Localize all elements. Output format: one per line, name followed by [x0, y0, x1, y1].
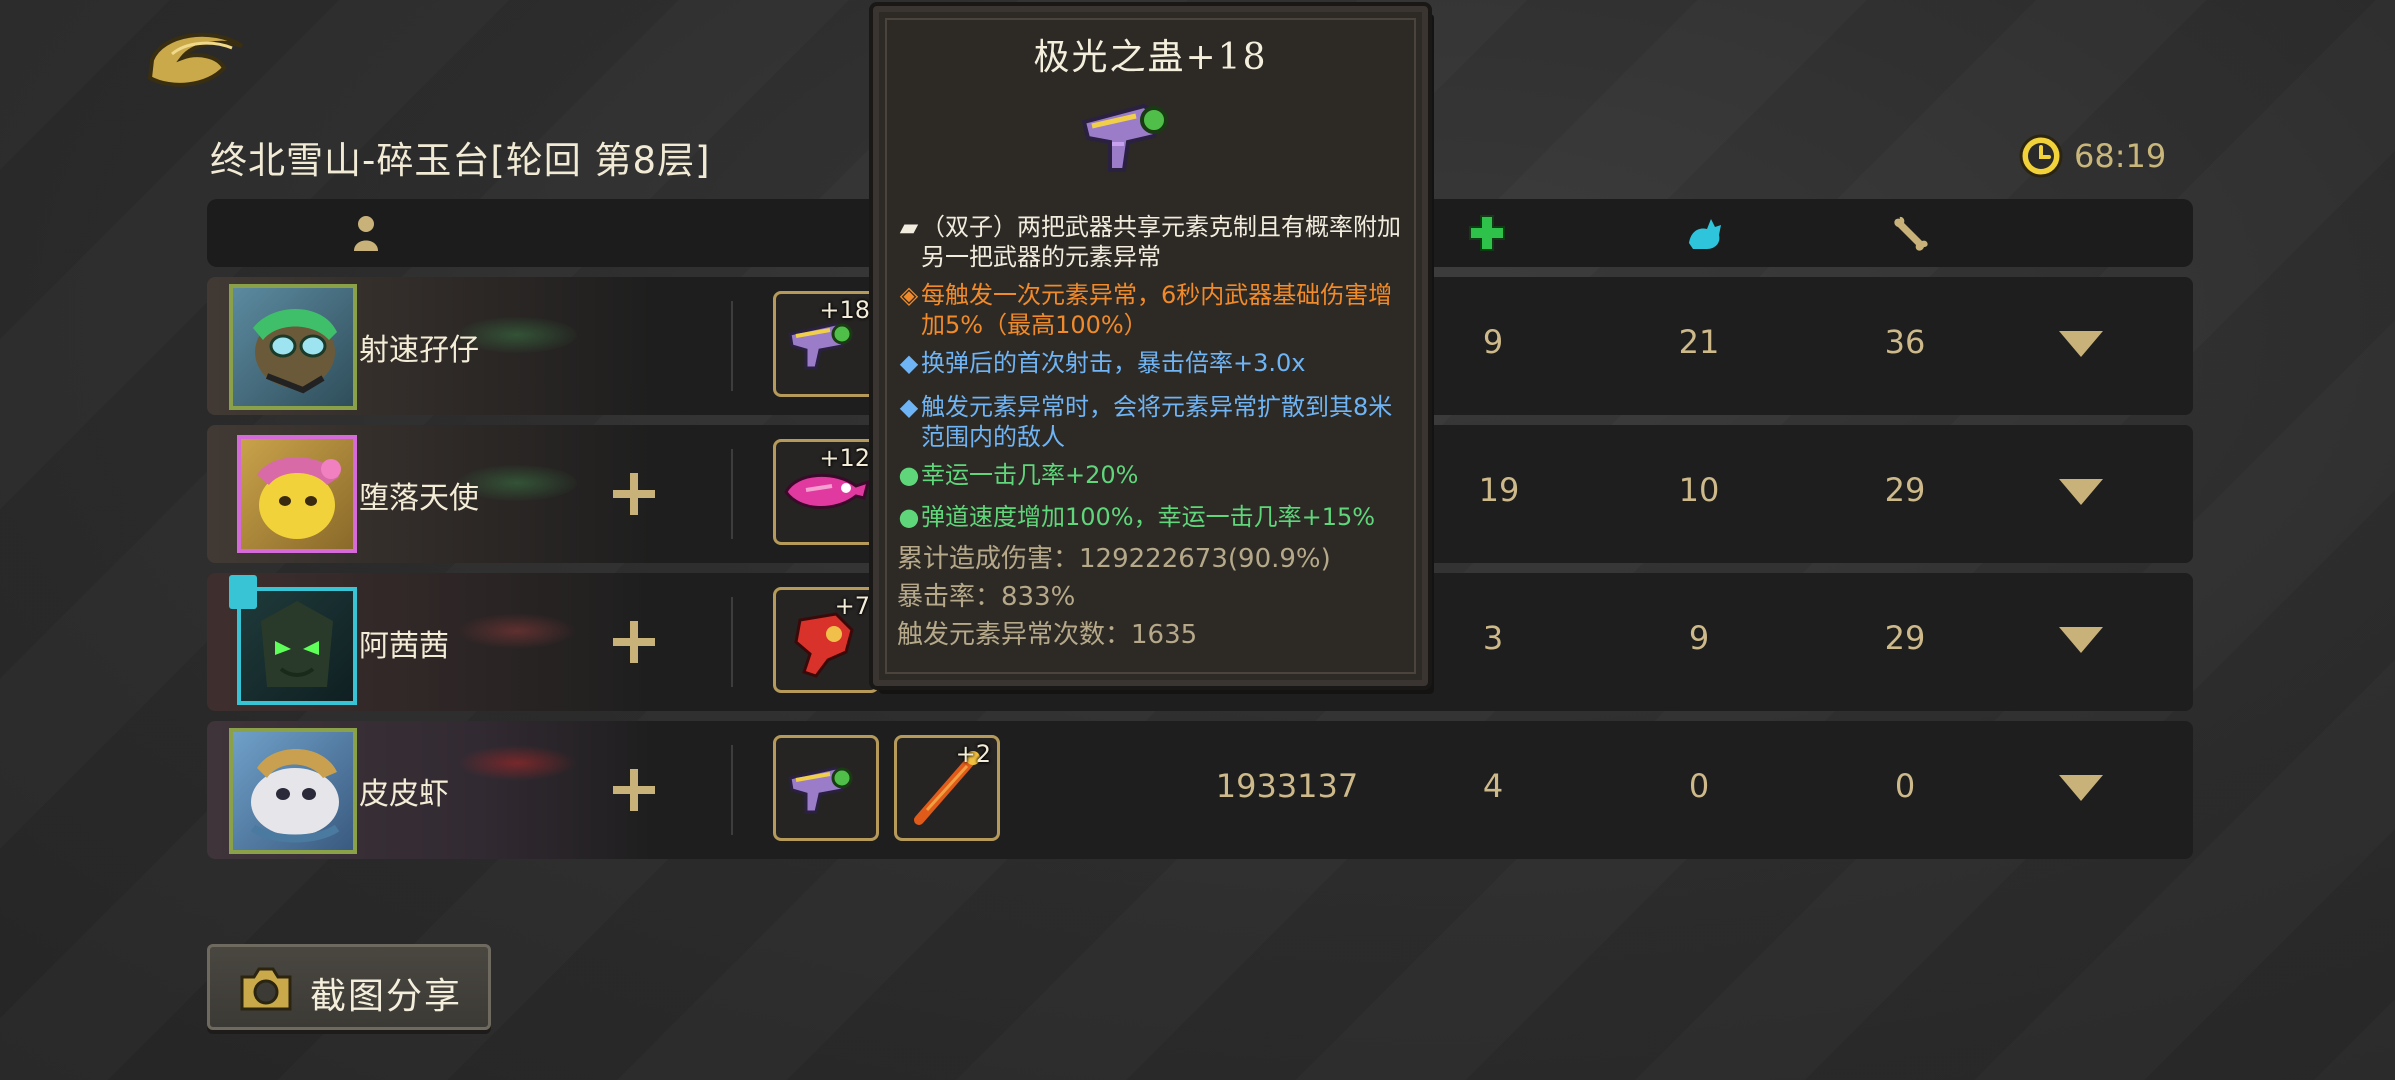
heal-stat: 19	[1478, 471, 1520, 509]
pet-stat: 21	[1678, 323, 1720, 361]
heal-stat: 4	[1482, 767, 1504, 805]
tooltip-effect-line: ◆ 换弹后的首次射击，暴击倍率+3.0x	[897, 348, 1407, 378]
timer: 68:19	[2018, 130, 2166, 182]
back-button[interactable]	[142, 24, 250, 94]
bone-icon	[1894, 216, 1928, 251]
player-avatar[interactable]	[229, 284, 357, 410]
pet-stat: 10	[1678, 471, 1720, 509]
weapon-slot[interactable]: +18	[773, 291, 879, 397]
person-icon	[354, 216, 378, 251]
tooltip-stat-damage: 累计造成伤害：129222673(90.9%)	[897, 544, 1331, 574]
player-name: 阿茜茜	[359, 629, 449, 664]
tooltip-bullet: ●	[898, 461, 920, 489]
add-icon[interactable]	[609, 469, 659, 519]
green-cross-icon	[1469, 215, 1505, 251]
divider	[731, 745, 733, 835]
weapon-slot[interactable]: +7	[773, 587, 879, 693]
damage-total: 1933137	[1215, 767, 1359, 805]
add-icon[interactable]	[609, 617, 659, 667]
weapon-level: +18	[819, 296, 870, 324]
tooltip-bullet: ●	[898, 503, 920, 531]
tooltip-bullet: ◆	[899, 393, 919, 421]
pet-stat: 9	[1688, 619, 1710, 657]
page-title: 终北雪山-碎玉台[轮回 第8层]	[210, 139, 711, 182]
back-arrow-icon	[147, 32, 244, 87]
ray-gun-icon	[1081, 103, 1168, 172]
screenshot-share-button[interactable]: 截图分享	[207, 944, 491, 1030]
tooltip-effect-line: ◈ 每触发一次元素异常，6秒内武器基础伤害增加5%（最高100%）	[897, 280, 1407, 340]
weapon-tooltip: 极光之蛊+18 ▰ （双子）两把武器共享元素克制且有概率附加另一把武器的元素异常…	[873, 6, 1428, 686]
expand-arrow-icon[interactable]	[2057, 623, 2105, 657]
bone-stat: 36	[1884, 323, 1926, 361]
clock-icon	[2019, 134, 2063, 178]
tooltip-title: 极光之蛊+18	[1033, 37, 1268, 78]
tooltip-effect-line: ● 幸运一击几率+20%	[898, 461, 1139, 489]
pet-stat: 0	[1688, 767, 1710, 805]
bone-stat: 29	[1884, 471, 1926, 509]
tooltip-bullet: ◆	[899, 349, 919, 377]
tooltip-effect-line: ◆ 触发元素异常时，会将元素异常扩散到其8米范围内的敌人	[897, 392, 1407, 452]
camera-icon	[240, 967, 292, 1011]
bone-stat: 29	[1884, 619, 1926, 657]
add-icon[interactable]	[609, 765, 659, 815]
heal-stat: 3	[1482, 619, 1504, 657]
expand-arrow-icon[interactable]	[2057, 475, 2105, 509]
divider	[731, 449, 733, 539]
tooltip-stat-anomaly: 触发元素异常次数：1635	[897, 620, 1198, 650]
weapon-level: +12	[819, 444, 870, 472]
player-avatar[interactable]	[229, 728, 357, 854]
tooltip-bullet: ▰	[899, 213, 919, 241]
expand-arrow-icon[interactable]	[2057, 771, 2105, 805]
divider	[731, 597, 733, 687]
weapon-level: +2	[955, 740, 991, 768]
tooltip-effect-line: ● 弹道速度增加100%，幸运一击几率+15%	[898, 503, 1376, 531]
timer-value: 68:19	[2074, 137, 2167, 175]
bone-stat: 0	[1894, 767, 1916, 805]
tooltip-effect-line: ▰ （双子）两把武器共享元素克制且有概率附加另一把武器的元素异常	[897, 212, 1407, 272]
player-name: 射速孖仔	[359, 333, 479, 368]
weapon-slot[interactable]	[773, 735, 879, 841]
tooltip-stat-crit: 暴击率：833%	[897, 582, 1076, 612]
player-avatar[interactable]	[237, 435, 357, 553]
player-name: 堕落天使	[359, 481, 479, 516]
hammer-badge-icon	[229, 575, 257, 609]
expand-arrow-icon[interactable]	[2057, 327, 2105, 361]
divider	[731, 301, 733, 391]
player-name: 皮皮虾	[359, 777, 449, 812]
weapon-level: +7	[834, 592, 870, 620]
cyan-cat-icon	[1689, 219, 1721, 249]
heal-stat: 9	[1482, 323, 1504, 361]
ray-gun-icon	[788, 766, 853, 814]
share-label: 截图分享	[310, 976, 463, 1017]
weapon-slot[interactable]: +2	[894, 735, 1000, 841]
weapon-slot[interactable]: +12	[773, 439, 879, 545]
tooltip-bullet: ◈	[899, 281, 919, 309]
player-row: 皮皮虾 +2 1933137 4 0 0	[207, 721, 2193, 859]
